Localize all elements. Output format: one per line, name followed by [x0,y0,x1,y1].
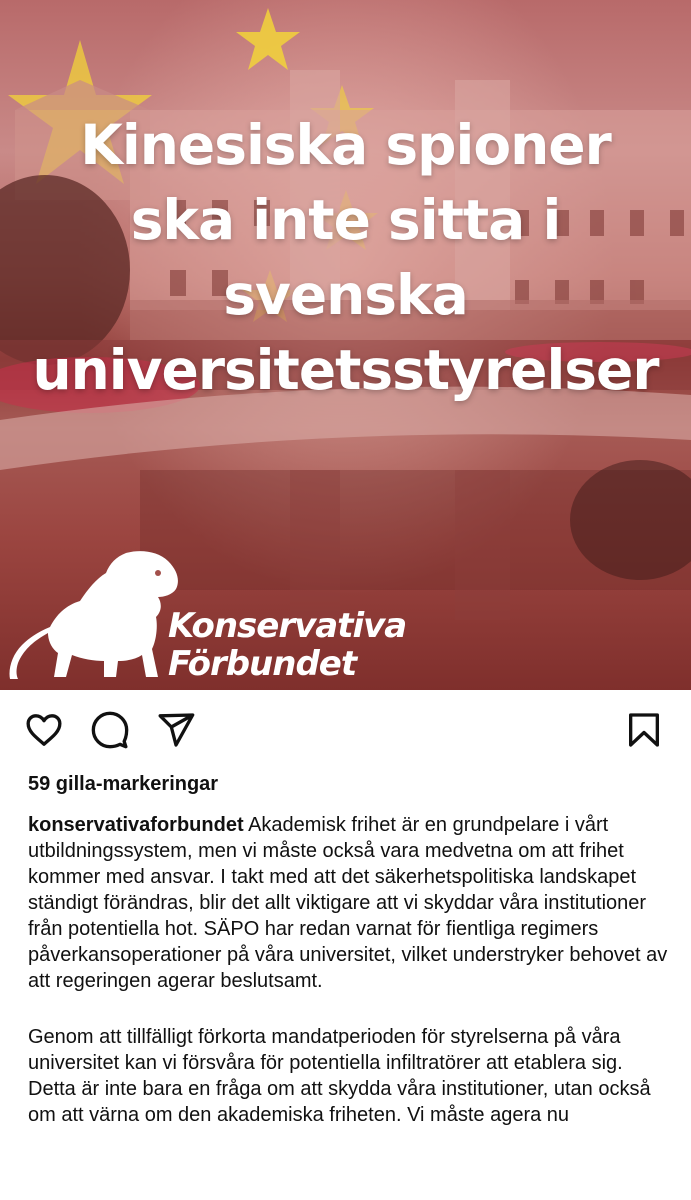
caption-text: Akademisk frihet är en grundpelare i vår… [28,814,668,992]
comment-icon [91,711,129,749]
headline-line: ska inte sitta i [130,188,562,252]
comment-button[interactable] [90,710,130,750]
post-image[interactable]: Kinesiska spioner ska inte sitta i svens… [0,0,691,690]
heart-icon [26,714,62,746]
bookmark-icon [629,713,659,747]
headline-line: svenska [223,263,468,327]
headline-line: Kinesiska spioner [80,113,611,177]
like-button[interactable] [24,710,64,750]
brand-name: Konservativa Förbundet [168,606,407,684]
caption-paragraph: konservativaforbundet Akademisk frihet ä… [28,812,668,994]
caption-paragraph: Genom att tillfälligt förkorta mandatper… [28,1026,651,1126]
post-headline: Kinesiska spioner ska inte sitta i svens… [0,108,691,408]
share-icon [158,713,195,747]
caption-username[interactable]: konservativaforbundet [28,814,244,836]
brand-line: Konservativa [168,606,407,646]
save-button[interactable] [624,710,664,750]
share-button[interactable] [156,710,196,750]
star-icon [236,8,300,70]
headline-line: universitetsstyrelser [32,338,660,402]
brand-logo: Konservativa Förbundet [8,545,428,685]
likes-count[interactable]: 59 gilla-markeringar [28,770,668,798]
lion-logo-icon [9,551,178,679]
brand-line: Förbundet [168,644,357,684]
post-caption-area: 59 gilla-markeringar konservativaforbund… [28,770,668,1128]
